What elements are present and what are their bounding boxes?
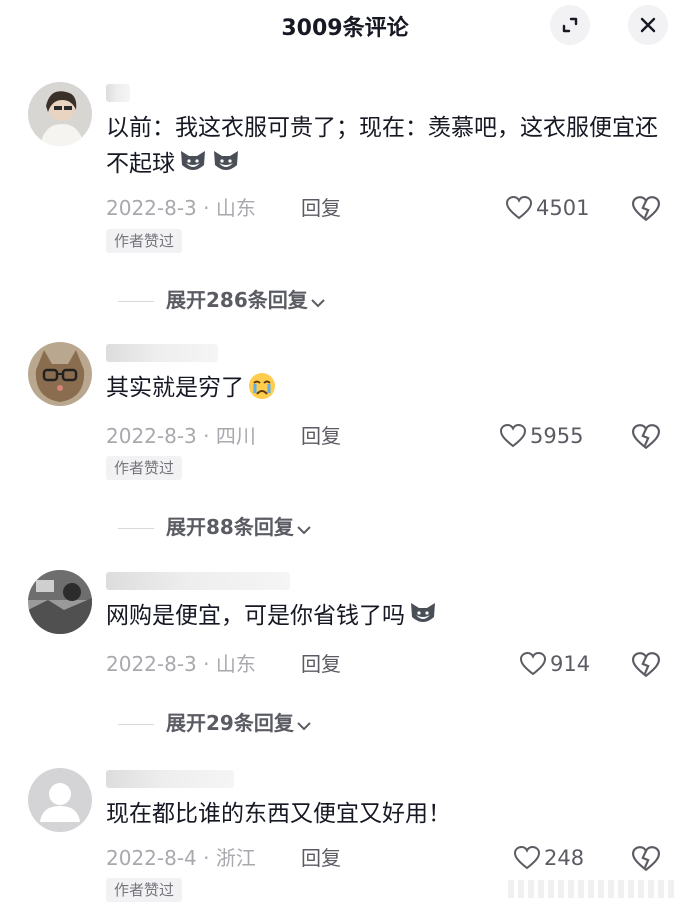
heart-icon [519, 651, 547, 676]
heart-icon [499, 423, 527, 448]
expand-replies[interactable]: 展开29条回复 [118, 708, 312, 738]
watermark [508, 880, 678, 898]
broken-heart-icon[interactable] [632, 423, 660, 451]
username-blurred[interactable] [106, 770, 234, 788]
avatar[interactable] [28, 768, 92, 832]
chevron-down-icon [311, 299, 325, 308]
broken-heart-icon[interactable] [632, 195, 660, 223]
divider [118, 528, 154, 529]
expand-replies[interactable]: 展开286条回复 [118, 285, 326, 315]
comment-text-body: 网购是便宜，可是你省钱了吗 [106, 603, 405, 629]
author-liked-badge: 作者赞过 [106, 229, 183, 253]
expand-icon [562, 17, 578, 33]
comment-text: 网购是便宜，可是你省钱了吗 [106, 598, 666, 634]
close-button[interactable] [628, 5, 668, 45]
comment-date-location: 2022-8-3 · 山东 [106, 196, 256, 220]
reply-button[interactable]: 回复 [301, 844, 341, 872]
dog-emoji [211, 147, 241, 177]
like-button[interactable]: 914 [519, 650, 591, 678]
like-count: 4501 [536, 196, 590, 220]
comment-date-location: 2022-8-3 · 四川 [106, 424, 256, 448]
comment-text: 现在都比谁的东西又便宜又好用！ [106, 796, 666, 832]
divider [118, 301, 154, 302]
expand-replies[interactable]: 展开88条回复 [118, 512, 312, 542]
heart-icon [505, 195, 533, 220]
reply-button[interactable]: 回复 [301, 422, 341, 450]
dog-emoji [178, 147, 208, 177]
broken-heart-icon[interactable] [632, 651, 660, 679]
like-button[interactable]: 4501 [505, 194, 590, 222]
divider [118, 724, 154, 725]
avatar[interactable] [28, 570, 92, 634]
comment-text: 以前：我这衣服可贵了；现在：羡慕吧，这衣服便宜还不起球 [106, 110, 666, 182]
like-button[interactable]: 248 [513, 844, 585, 872]
chevron-down-icon [297, 722, 311, 731]
crying-emoji [247, 371, 277, 401]
username-blurred[interactable] [106, 344, 218, 362]
close-icon [640, 17, 656, 33]
like-count: 248 [544, 846, 585, 870]
expand-replies-label: 展开88条回复 [166, 515, 294, 539]
author-liked-badge: 作者赞过 [106, 456, 183, 480]
expand-button[interactable] [550, 5, 590, 45]
username-blurred[interactable] [106, 572, 290, 590]
chevron-down-icon [297, 526, 311, 535]
dog-emoji [408, 599, 438, 629]
comment-date-location: 2022-8-4 · 浙江 [106, 846, 256, 870]
expand-replies-label: 展开286条回复 [166, 288, 308, 312]
like-count: 5955 [530, 424, 584, 448]
comment-text: 其实就是穷了 [106, 370, 666, 406]
comment-text-body: 现在都比谁的东西又便宜又好用！ [106, 801, 451, 827]
reply-button[interactable]: 回复 [301, 194, 341, 222]
like-button[interactable]: 5955 [499, 422, 584, 450]
avatar[interactable] [28, 342, 92, 406]
like-count: 914 [550, 652, 591, 676]
comments-header: 3009条评论 [0, 0, 690, 52]
avatar[interactable] [28, 82, 92, 146]
author-liked-badge: 作者赞过 [106, 878, 183, 902]
reply-button[interactable]: 回复 [301, 650, 341, 678]
broken-heart-icon[interactable] [632, 845, 660, 873]
expand-replies-label: 展开29条回复 [166, 711, 294, 735]
comment-date-location: 2022-8-3 · 山东 [106, 652, 256, 676]
comment-text-body: 其实就是穷了 [106, 375, 244, 401]
username-blurred[interactable] [106, 84, 130, 102]
heart-icon [513, 845, 541, 870]
